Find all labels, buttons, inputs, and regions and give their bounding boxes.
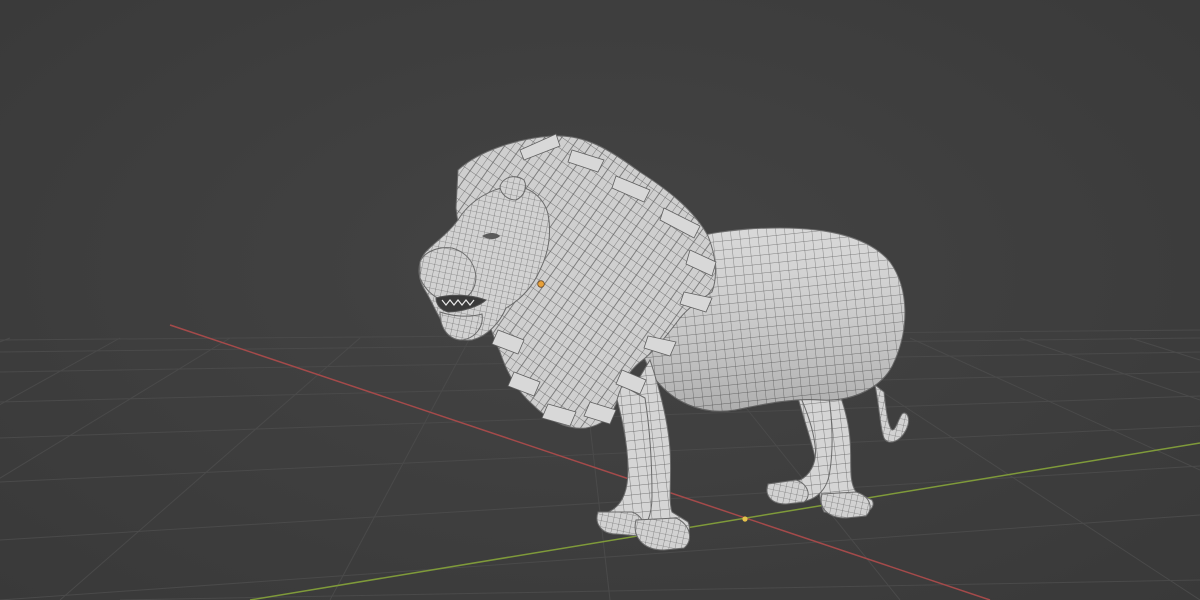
lion-paw-hind-right (820, 491, 871, 519)
lion-paw-hind-left (766, 479, 809, 505)
lion-paw-front-right (634, 517, 691, 551)
viewport-canvas[interactable] (0, 0, 1200, 600)
world-origin-dot (742, 516, 748, 522)
lion-tail (874, 383, 909, 443)
object-origin-dot (537, 280, 545, 288)
3d-viewport[interactable] (0, 0, 1200, 600)
lion-mesh[interactable] (418, 133, 909, 551)
y-axis-line (249, 442, 1200, 600)
